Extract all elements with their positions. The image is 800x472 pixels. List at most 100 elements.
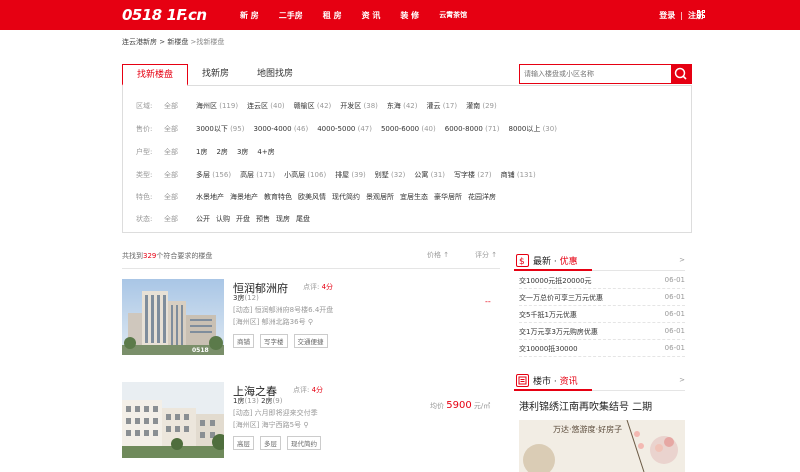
listing-price: -- [485,297,491,306]
nav-new-house[interactable]: 新 房 [240,10,259,21]
filter-option[interactable]: 花园洋房 [468,192,496,202]
filter-option[interactable]: 东海 (42) [387,101,418,111]
listing-rooms: 3房(12) [233,294,259,302]
search-box [519,64,692,84]
filter-option[interactable]: 写字楼 (27) [454,170,492,180]
filter-option[interactable]: 小高层 (106) [284,170,326,180]
sort-by-price[interactable]: 价格 ↑ [427,250,449,260]
filter-option[interactable]: 公寓 (31) [414,170,445,180]
breadcrumb-home[interactable]: 连云港新房 [122,38,157,46]
filter-option[interactable]: 海景地产 [230,192,258,202]
promo-item[interactable]: 交5千抵1万元优惠 06-01 [519,306,685,323]
grid-menu-icon[interactable] [697,10,706,19]
promo-item[interactable]: 交1万元享3万元购房优惠 06-01 [519,323,685,340]
filter-option[interactable]: 5000-6000 (40) [381,125,436,133]
sort-by-score[interactable]: 评分 ↑ [475,250,497,260]
nav-news[interactable]: 资 讯 [362,10,381,21]
market-headline[interactable]: 港利锦绣江南再吹集结号 二期 [519,398,652,413]
filter-option[interactable]: 现代简约 [332,192,360,202]
filter-all[interactable]: 全部 [164,192,196,202]
tab-find-house[interactable]: 找新房 [188,64,243,86]
listing-score: 点评: 4分 [303,283,334,291]
filter-option[interactable]: 别墅 (32) [375,170,406,180]
filter-option[interactable]: 灌南 (29) [466,101,497,111]
promo-item[interactable]: 交10000抵30000 06-01 [519,340,685,357]
filter-option[interactable]: 8000以上 (30) [509,124,557,134]
filter-option[interactable]: 6000-8000 (71) [445,125,500,133]
filter-option[interactable]: 景观居所 [366,192,394,202]
filter-option[interactable]: 欧美风情 [298,192,326,202]
nav-decoration[interactable]: 装 修 [400,10,419,21]
filter-row-price: 售价: 全部 3000以下 (95) 3000-4000 (46) 4000-5… [136,123,566,135]
promo-item[interactable]: 交一万总价可享三万元优惠 06-01 [519,289,685,306]
filter-all[interactable]: 全部 [164,214,196,224]
filter-option[interactable]: 1房 [196,147,207,157]
filter-row-feature: 特色: 全部 水景地产 海景地产 教育特色 欧美风情 现代简约 景观居所 宜居生… [136,191,502,203]
filter-option[interactable]: 多层 (156) [196,170,231,180]
promo-item[interactable]: 交10000元抵20000元 06-01 [519,272,685,289]
listing-thumbnail[interactable]: 0518 [122,279,224,355]
filter-option[interactable]: 预售 [256,214,270,224]
filter-option[interactable]: 3房 [237,147,248,157]
market-more-link[interactable]: > [679,376,685,384]
filter-option[interactable]: 3000以下 (95) [196,124,244,134]
filter-all[interactable]: 全部 [164,101,196,111]
listing-address: [海州区] 海宁西路5号 ⚲ [233,421,309,429]
filter-option[interactable]: 认购 [216,214,230,224]
sort-arrow-icon: ↑ [491,251,498,259]
main-nav: 新 房 二手房 租 房 资 讯 装 修 云霄茶馆 [240,0,487,30]
nav-second-hand[interactable]: 二手房 [279,10,303,21]
filter-option[interactable]: 现房 [276,214,290,224]
login-link[interactable]: 登录 [659,10,675,21]
search-button[interactable] [671,65,691,83]
filter-option[interactable]: 海州区 (119) [196,101,238,111]
listing-tags: 商铺 写字楼 交通便捷 [233,334,334,348]
filter-option[interactable]: 灌云 (17) [427,101,458,111]
filter-option[interactable]: 教育特色 [264,192,292,202]
filter-option[interactable]: 连云区 (40) [247,101,285,111]
filter-option[interactable]: 4000-5000 (47) [317,125,372,133]
filter-option[interactable]: 排屋 (39) [335,170,366,180]
listing-news[interactable]: [动态] 六月即将迎来交付季 [233,408,318,418]
filter-option[interactable]: 宜居生态 [400,192,428,202]
filter-all[interactable]: 全部 [164,147,196,157]
nav-teahouse[interactable]: 云霄茶馆 [439,10,467,20]
breadcrumb-list[interactable]: 新楼盘 [167,38,188,46]
filter-option[interactable]: 高层 (171) [240,170,275,180]
listing-thumbnail[interactable] [122,382,224,458]
nav-rent[interactable]: 租 房 [323,10,342,21]
filter-option[interactable]: 豪华居所 [434,192,462,202]
filter-option[interactable]: 商铺 (131) [501,170,536,180]
tag: 写字楼 [260,334,288,348]
location-pin-icon[interactable]: ⚲ [308,318,313,326]
filter-label: 户型: [136,148,153,156]
filter-option[interactable]: 公开 [196,214,210,224]
search-input[interactable] [520,65,671,83]
tag: 商铺 [233,334,254,348]
filter-option[interactable]: 赣榆区 (42) [294,101,332,111]
svg-text:$: $ [519,257,525,266]
filter-row-type: 类型: 全部 多层 (156) 高层 (171) 小高层 (106) 排屋 (3… [136,169,545,181]
listing-news[interactable]: [动态] 恒润郁洲府8号楼6.4开盘 [233,305,333,315]
listing-tags: 高层 多层 现代简约 [233,436,327,450]
filter-option[interactable]: 尾盘 [296,214,310,224]
filter-all[interactable]: 全部 [164,170,196,180]
filter-option[interactable]: 水景地产 [196,192,224,202]
filter-option[interactable]: 开盘 [236,214,250,224]
filter-option[interactable]: 4+房 [257,147,274,157]
filter-all[interactable]: 全部 [164,124,196,134]
filter-option[interactable]: 2房 [216,147,227,157]
tab-map-search[interactable]: 地图找房 [243,64,307,86]
filter-option[interactable]: 开发区 (38) [340,101,378,111]
account-separator: | [680,10,683,20]
location-pin-icon[interactable]: ⚲ [303,421,308,429]
breadcrumb-sep: > [157,38,168,46]
listing-item[interactable]: 上海之春 点评: 4分 1房(13) 2房(9) [动态] 六月即将迎来交付季 … [122,382,500,472]
listing-item[interactable]: 0518 恒润郁洲府 点评: 4分 3房(12) [动态] 恒润郁洲府8号楼6.… [122,279,500,359]
market-news-image[interactable]: 万达·悠游度·好房子 [519,420,685,472]
promo-more-link[interactable]: > [679,256,685,264]
site-logo[interactable]: 0518 1F.cn [122,2,207,28]
filter-option[interactable]: 3000-4000 (46) [253,125,308,133]
tab-find-project[interactable]: 找新楼盘 [122,64,189,86]
top-nav-bar: 0518 1F.cn 新 房 二手房 租 房 资 讯 装 修 云霄茶馆 登录 |… [0,0,800,30]
